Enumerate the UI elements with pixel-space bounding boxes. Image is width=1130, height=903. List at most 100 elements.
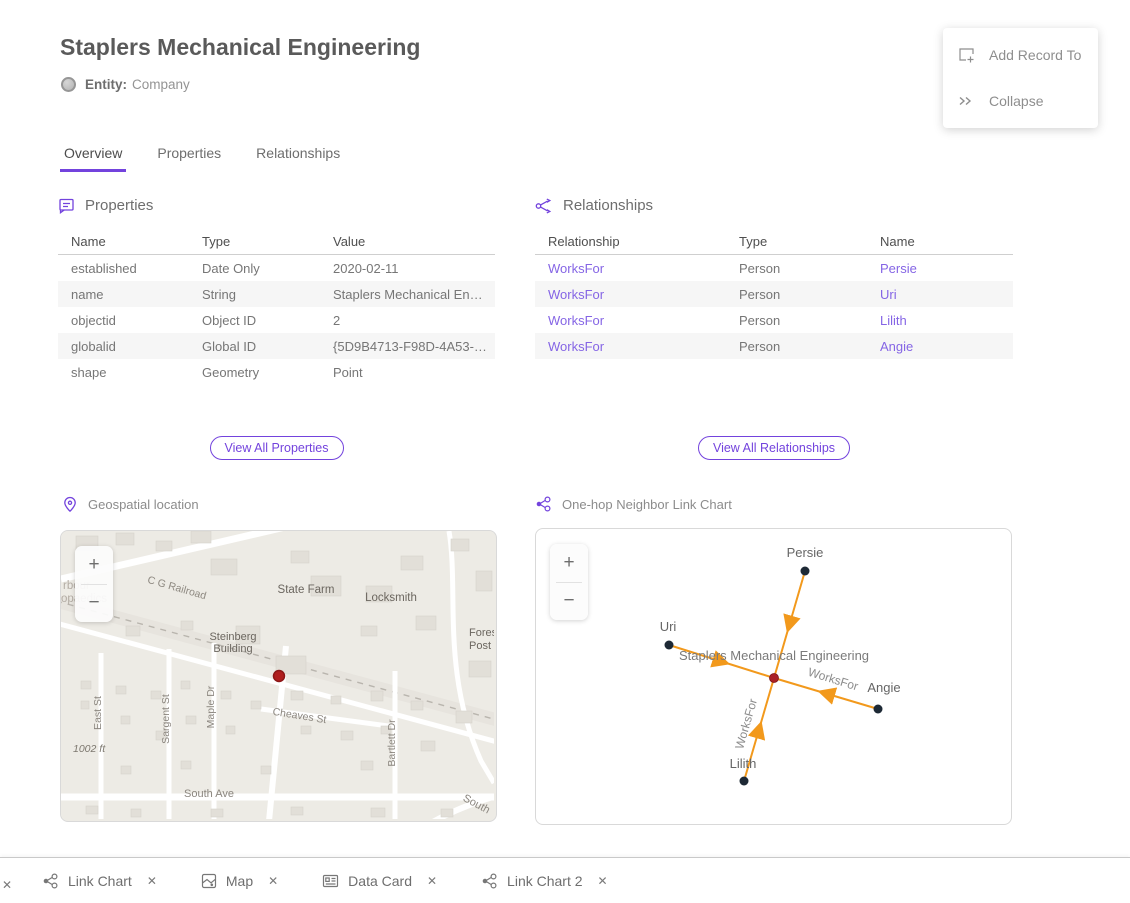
entity-row: Entity: Company: [61, 77, 190, 92]
bottom-tab-label: Map: [226, 873, 253, 889]
cell-link[interactable]: Lilith: [880, 313, 1013, 328]
zoom-in-button[interactable]: +: [550, 544, 588, 582]
link-chart-title: One-hop Neighbor Link Chart: [562, 497, 732, 512]
collapse-icon: [957, 92, 977, 110]
properties-table-header: NameTypeValue: [58, 228, 495, 255]
menu-item-add-record-to[interactable]: Add Record To: [943, 32, 1098, 78]
zoom-out-button[interactable]: −: [550, 583, 588, 621]
menu-item-collapse[interactable]: Collapse: [943, 78, 1098, 124]
map-zoom-control: + −: [75, 546, 113, 622]
graph-node-center[interactable]: [770, 674, 779, 683]
close-icon[interactable]: ✕: [2, 878, 12, 892]
map-label: Sargent St: [160, 694, 172, 744]
bottom-tab-label: Link Chart 2: [507, 873, 582, 889]
close-icon[interactable]: ✕: [141, 874, 157, 888]
cell-link[interactable]: WorksFor: [548, 261, 739, 276]
cell: Person: [739, 261, 880, 276]
cell-link[interactable]: WorksFor: [548, 339, 739, 354]
graph-center-label: Staplers Mechanical Engineering: [679, 648, 869, 663]
graph-node-label: Angie: [867, 680, 900, 695]
map-label: East St: [92, 696, 104, 730]
bottom-tab-link-chart-2[interactable]: Link Chart 2 ✕: [481, 873, 608, 889]
view-all-properties-button[interactable]: View All Properties: [210, 436, 344, 460]
properties-table-body: establishedDate Only2020-02-11nameString…: [58, 255, 495, 385]
cell: Person: [739, 339, 880, 354]
column-header: Value: [333, 234, 495, 249]
map-label: 1002 ft: [73, 743, 106, 755]
properties-icon: [58, 197, 75, 214]
close-icon[interactable]: ✕: [592, 874, 608, 888]
table-row: objectidObject ID2: [58, 307, 495, 333]
menu-item-label: Collapse: [989, 93, 1043, 109]
relationships-table-body: WorksForPersonPersieWorksForPersonUriWor…: [535, 255, 1013, 359]
bottom-tab-map[interactable]: Map ✕: [201, 873, 278, 889]
table-row: establishedDate Only2020-02-11: [58, 255, 495, 281]
column-header: Name: [71, 234, 202, 249]
geospatial-header: Geospatial location: [62, 496, 199, 513]
map-point-marker[interactable]: [274, 671, 285, 682]
tab-properties[interactable]: Properties: [153, 143, 225, 172]
link-chart-card: WorksForWorksForPersieUriAngieLilithStap…: [535, 528, 1012, 825]
cell: Person: [739, 287, 880, 302]
tab-relationships[interactable]: Relationships: [252, 143, 344, 172]
cell-link[interactable]: Persie: [880, 261, 1013, 276]
bottom-tab-data-card[interactable]: Data Card ✕: [322, 873, 437, 889]
link-chart-canvas[interactable]: WorksForWorksForPersieUriAngieLilithStap…: [536, 529, 1009, 822]
cell: 2: [333, 313, 495, 328]
context-menu: Add Record To Collapse: [943, 28, 1098, 128]
map-label: Building: [213, 643, 252, 655]
page-title: Staplers Mechanical Engineering: [60, 34, 420, 61]
cell: Global ID: [202, 339, 333, 354]
properties-section-title: Properties: [85, 197, 153, 214]
graph-node-angie[interactable]: [874, 705, 883, 714]
cell: name: [71, 287, 202, 302]
zoom-in-button[interactable]: +: [75, 546, 113, 584]
column-header: Type: [739, 234, 880, 249]
cell-link[interactable]: Uri: [880, 287, 1013, 302]
cell: Point: [333, 365, 495, 380]
cell: Person: [739, 313, 880, 328]
map-label: Locksmith: [365, 592, 417, 604]
cell: objectid: [71, 313, 202, 328]
cell-link[interactable]: WorksFor: [548, 287, 739, 302]
bottom-tab-label: Data Card: [348, 873, 412, 889]
graph-node-persie[interactable]: [801, 567, 810, 576]
data-card-page: Staplers Mechanical Engineering Entity: …: [0, 0, 1130, 903]
bottom-tab-link-chart[interactable]: Link Chart✕: [42, 873, 157, 889]
menu-item-label: Add Record To: [989, 47, 1081, 63]
zoom-out-button[interactable]: −: [75, 585, 113, 623]
table-row: WorksForPersonAngie: [535, 333, 1013, 359]
map-label: State Farm: [278, 584, 335, 596]
add-record-icon: [957, 46, 977, 64]
table-row: WorksForPersonLilith: [535, 307, 1013, 333]
view-all-relationships-button[interactable]: View All Relationships: [698, 436, 850, 460]
cell-link[interactable]: WorksFor: [548, 313, 739, 328]
close-icon[interactable]: ✕: [262, 874, 278, 888]
pin-icon: [62, 496, 78, 513]
cell: 2020-02-11: [333, 261, 495, 276]
map-canvas[interactable]: rbouropaedicsC G RailroadState FarmLocks…: [61, 531, 494, 819]
cell: shape: [71, 365, 202, 380]
relationships-icon: [535, 198, 553, 214]
column-header: Type: [202, 234, 333, 249]
tab-overview[interactable]: Overview: [60, 143, 126, 172]
table-row: WorksForPersonPersie: [535, 255, 1013, 281]
column-header: Name: [880, 234, 1013, 249]
map-card: rbouropaedicsC G RailroadState FarmLocks…: [60, 530, 497, 822]
cell-link[interactable]: Angie: [880, 339, 1013, 354]
cell: Geometry: [202, 365, 333, 380]
link-chart-icon: [42, 873, 59, 889]
entity-label: Entity:: [85, 77, 127, 92]
close-icon[interactable]: ✕: [421, 874, 437, 888]
graph-node-lilith[interactable]: [740, 777, 749, 786]
table-row: nameStringStaplers Mechanical Eng…: [58, 281, 495, 307]
cell: established: [71, 261, 202, 276]
relationships-section: Relationships RelationshipTypeName Works…: [535, 197, 1013, 359]
cell: Staplers Mechanical Eng…: [333, 287, 495, 302]
properties-section: Properties NameTypeValue establishedDate…: [58, 197, 495, 385]
relationships-section-title: Relationships: [563, 197, 653, 214]
table-row: WorksForPersonUri: [535, 281, 1013, 307]
graph-node-uri[interactable]: [665, 641, 674, 650]
relationships-table: RelationshipTypeName WorksForPersonPersi…: [535, 228, 1013, 359]
geospatial-title: Geospatial location: [88, 497, 199, 512]
